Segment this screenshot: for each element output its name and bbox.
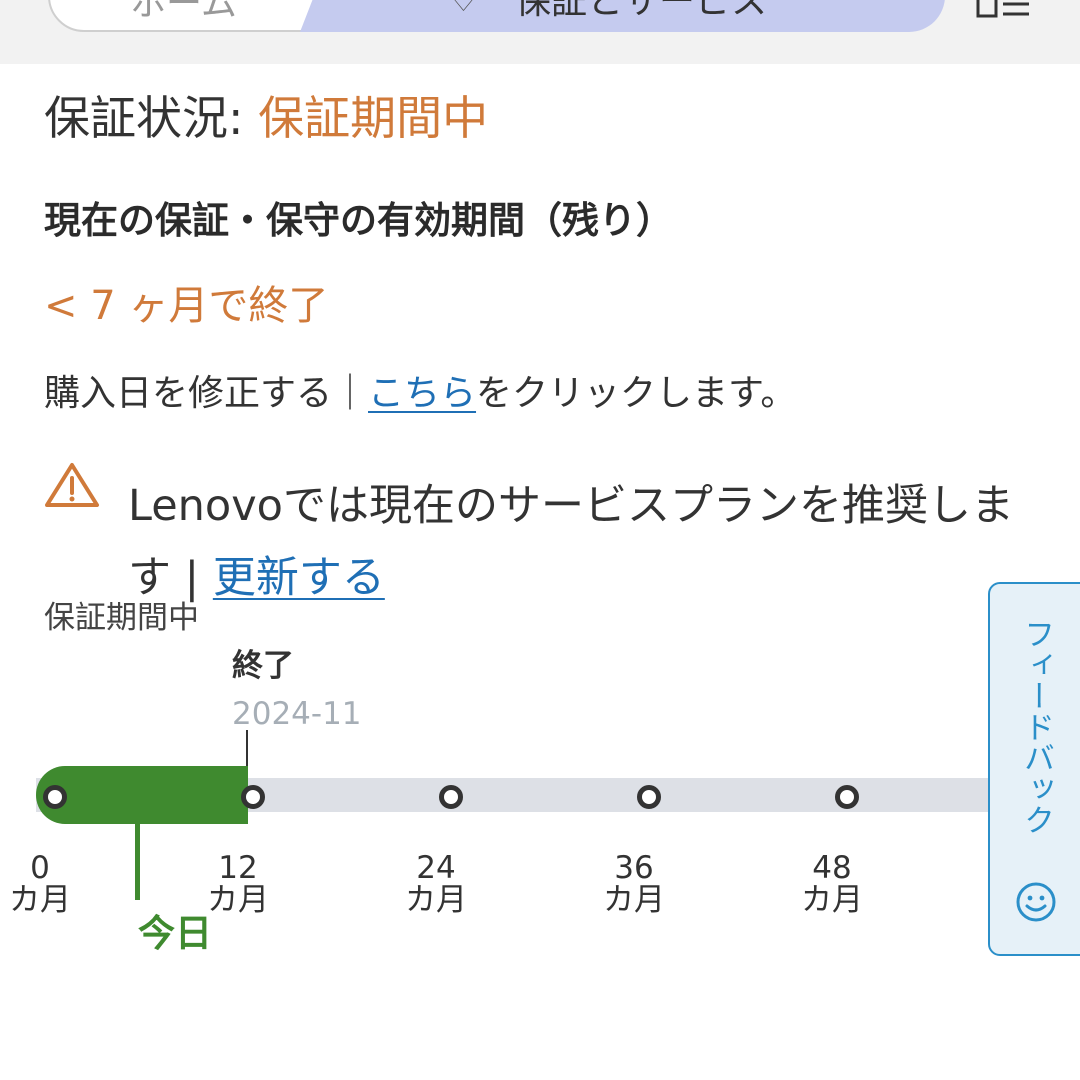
timeline-tick-value: 24 <box>416 850 456 886</box>
timeline-dot <box>835 785 859 809</box>
service-recommendation: Lenovoでは現在のサービスプランを推奨します | 更新する <box>128 470 1028 614</box>
renew-link[interactable]: 更新する <box>213 553 385 603</box>
heart-icon: ♡ <box>450 0 477 19</box>
timeline-tick-unit: カ月 <box>801 882 863 918</box>
timeline-coverage-bar <box>36 766 248 824</box>
timeline-dot <box>241 785 265 809</box>
breadcrumb-current[interactable]: ♡ 保証とサービス <box>300 0 945 32</box>
timeline-dot <box>439 785 463 809</box>
warranty-status-value: 保証期間中 <box>258 91 489 145</box>
breadcrumb-home-label: ホーム <box>130 0 237 24</box>
today-label: 今日 <box>138 912 212 955</box>
timeline-tick-value: 0 <box>30 850 50 886</box>
purchase-suffix: をクリックします。 <box>476 373 797 414</box>
timeline-tick-unit: カ月 <box>603 882 665 918</box>
warranty-period-title: 現在の保証・保守の有効期間（残り） <box>44 199 673 242</box>
warranty-remaining: < 7 ヶ月で終了 <box>44 283 329 329</box>
purchase-date-link[interactable]: こちら <box>368 373 476 414</box>
timeline-tick-value: 48 <box>812 850 852 886</box>
warranty-status: 保証状況: 保証期間中 <box>44 88 488 148</box>
feedback-label: フィードバック <box>1018 618 1054 835</box>
timeline-tick-value: 36 <box>614 850 654 886</box>
feedback-tab[interactable]: フィードバック <box>988 582 1080 956</box>
breadcrumb-current-label: 保証とサービス <box>515 0 768 22</box>
menu-icon[interactable] <box>975 0 1031 22</box>
timeline-tick-value: 12 <box>218 850 258 886</box>
timeline-tick-unit: カ月 <box>9 882 71 918</box>
warranty-status-label: 保証状況: <box>44 91 259 145</box>
timeline-tick-unit: カ月 <box>405 882 467 918</box>
today-marker <box>135 824 140 900</box>
timeline-end-label: 終了 <box>232 648 294 684</box>
timeline-end-date: 2024-11 <box>232 696 362 732</box>
purchase-date-line: 購入日を修正する｜こちらをクリックします。 <box>44 370 796 418</box>
timeline-caption: 保証期間中 <box>44 600 199 636</box>
timeline-dot <box>637 785 661 809</box>
top-bar: ホーム ♡ 保証とサービス <box>0 0 1080 64</box>
smiley-icon <box>1016 882 1056 922</box>
timeline-dot <box>43 785 67 809</box>
warning-icon <box>45 463 99 507</box>
purchase-prefix: 購入日を修正する｜ <box>44 373 369 414</box>
